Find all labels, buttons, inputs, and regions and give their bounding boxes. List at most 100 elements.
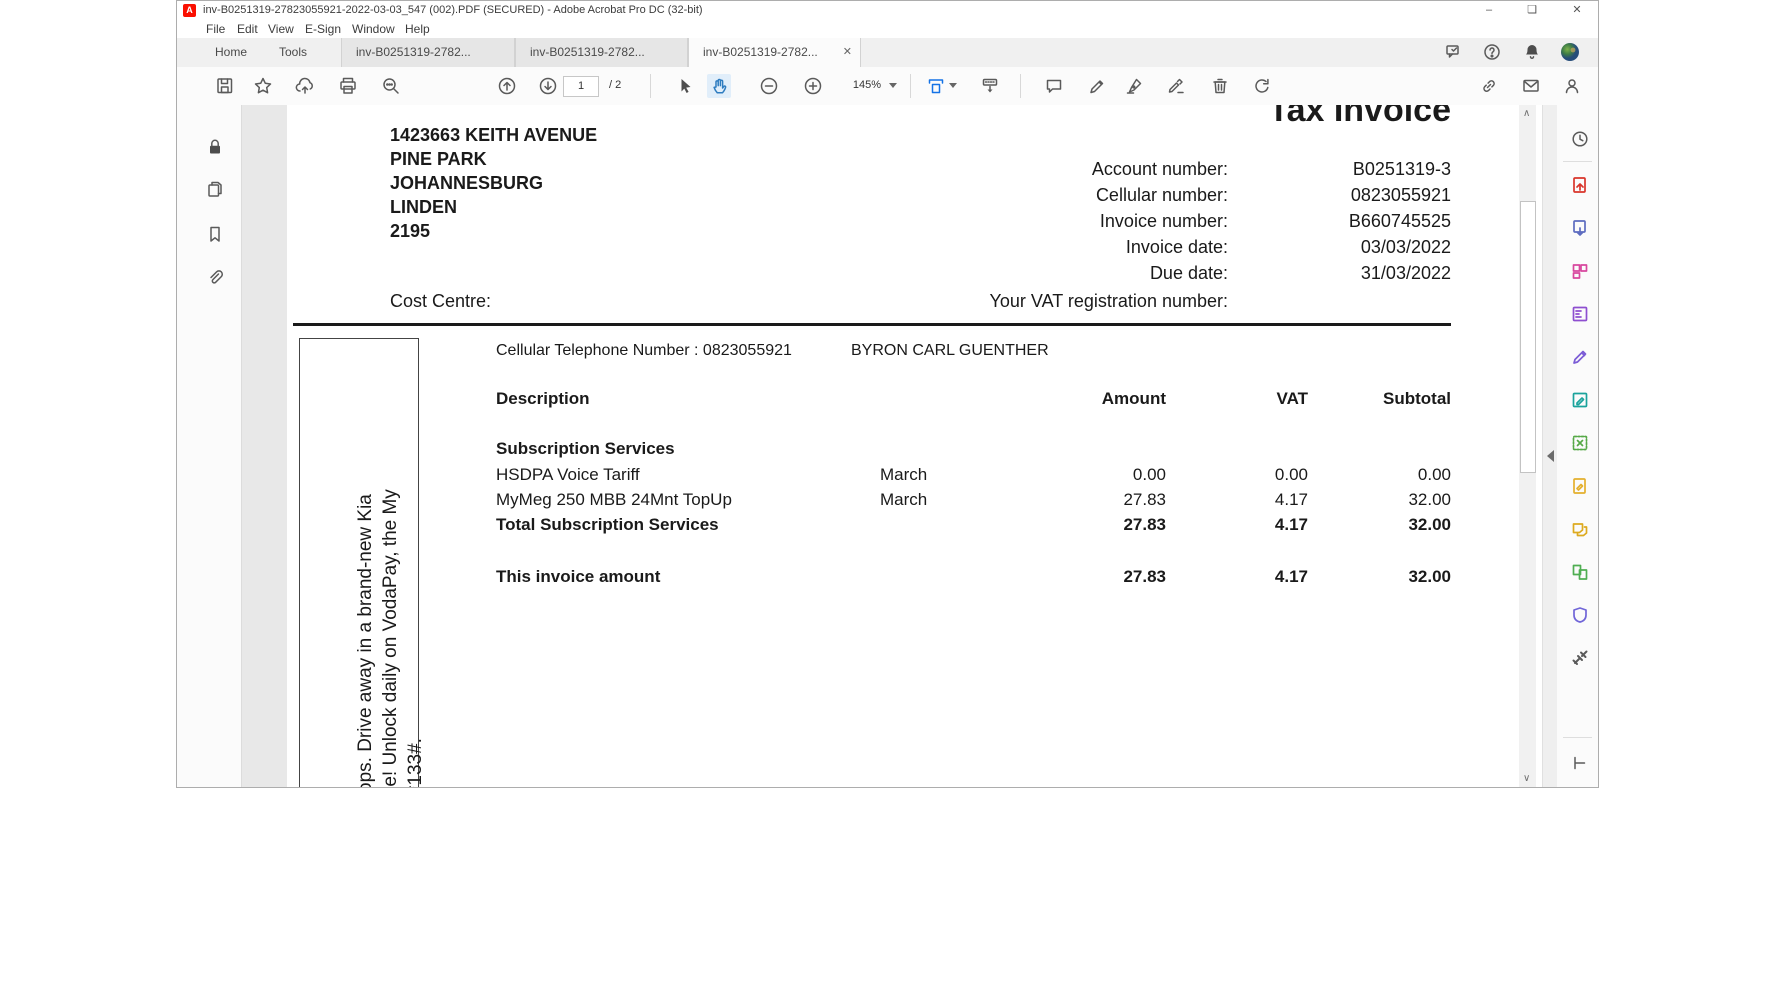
title-bar: A inv-B0251319-27823055921-2022-03-03_54… <box>177 1 1598 21</box>
paperclip-icon[interactable] <box>205 267 229 291</box>
cell-period: March <box>880 490 927 510</box>
page-thumbnails-icon[interactable] <box>205 179 229 203</box>
stamp-icon[interactable] <box>1570 519 1590 539</box>
more-tools-wrench-icon[interactable] <box>1570 648 1590 668</box>
menu-window[interactable]: Window <box>352 22 395 36</box>
highlight-icon[interactable] <box>1085 74 1109 98</box>
page-total-label: / 2 <box>609 79 621 91</box>
menu-help[interactable]: Help <box>405 22 430 36</box>
table-row: MyMeg 250 MBB 24Mnt TopUpMarch27.834.173… <box>496 490 1451 512</box>
combine-files-icon[interactable] <box>1570 562 1590 582</box>
export-pdf-icon[interactable] <box>1570 175 1590 195</box>
email-icon[interactable] <box>1519 74 1543 98</box>
right-panel-divider <box>1563 737 1592 738</box>
left-navigation-panel <box>177 105 242 787</box>
cell-amount: 27.83 <box>1123 515 1166 535</box>
menu-view[interactable]: View <box>268 22 294 36</box>
document-tab[interactable]: inv-B0251319-2782...✕ <box>688 38 861 67</box>
trash-icon[interactable] <box>1208 74 1232 98</box>
menu-file[interactable]: File <box>206 22 225 36</box>
scroll-down-icon[interactable]: ∨ <box>1523 773 1530 784</box>
vat-registration-label: Your VAT registration number: <box>990 291 1228 312</box>
keyboard-collapse-icon[interactable] <box>978 74 1002 98</box>
screenshot-canvas: A inv-B0251319-27823055921-2022-03-03_54… <box>0 0 1778 1000</box>
zoom-dropdown-caret[interactable] <box>889 83 897 88</box>
print-icon[interactable] <box>336 74 360 98</box>
history-clock-icon[interactable] <box>1570 129 1590 149</box>
collapse-right-panel-icon[interactable] <box>1547 450 1554 462</box>
feedback-icon[interactable] <box>1444 42 1468 64</box>
link-icon[interactable] <box>1477 74 1501 98</box>
table-section-row: Subscription Services <box>496 439 1451 461</box>
right-panel-divider <box>1563 161 1592 162</box>
menu-e-sign[interactable]: E-Sign <box>305 22 341 36</box>
bookmark-icon[interactable] <box>205 224 229 248</box>
scroll-up-icon[interactable]: ∧ <box>1523 108 1530 119</box>
refresh-icon[interactable] <box>1250 74 1274 98</box>
minimize-button[interactable]: – <box>1474 1 1504 21</box>
cell-amount: 27.83 <box>1123 567 1166 587</box>
fill-sign-icon[interactable] <box>1164 74 1188 98</box>
info-value: 03/03/2022 <box>1361 237 1451 258</box>
tab-close-icon[interactable]: ✕ <box>843 45 852 58</box>
invoice-info-row: Invoice date:03/03/2022 <box>287 237 1451 261</box>
cell-vat: 0.00 <box>1275 465 1308 485</box>
tab-home[interactable]: Home <box>215 45 247 59</box>
cell-amount: 0.00 <box>1133 465 1166 485</box>
sign-pen-icon[interactable] <box>1122 74 1146 98</box>
cell-description: HSDPA Voice Tariff <box>496 465 640 485</box>
advert-rotated-text: ops. Drive away in a brand-new Kiare! Un… <box>353 489 428 787</box>
fit-width-icon[interactable] <box>924 74 948 98</box>
star-icon[interactable] <box>251 74 275 98</box>
cell-subtotal: 0.00 <box>1418 465 1451 485</box>
page-number-input[interactable]: 1 <box>563 76 599 97</box>
document-tab-label: inv-B0251319-2782... <box>530 45 645 59</box>
comment-icon[interactable] <box>1042 74 1066 98</box>
invoice-info-row: Due date:31/03/2022 <box>287 263 1451 287</box>
previous-page-icon[interactable] <box>495 74 519 98</box>
protect-shield-icon[interactable] <box>1570 605 1590 625</box>
zoom-out-icon[interactable] <box>757 74 781 98</box>
info-label: Cellular number: <box>1096 185 1228 206</box>
comment-pencil-icon[interactable] <box>1570 347 1590 367</box>
next-page-icon[interactable] <box>536 74 560 98</box>
address-line: 1423663 KEITH AVENUE <box>390 125 597 146</box>
info-value: 0823055921 <box>1351 185 1451 206</box>
close-button[interactable]: ✕ <box>1562 1 1592 21</box>
cost-centre-label: Cost Centre: <box>390 291 491 312</box>
search-icon[interactable] <box>379 74 403 98</box>
prepare-form-icon[interactable] <box>1570 304 1590 324</box>
export-excel-icon[interactable] <box>1570 433 1590 453</box>
fill-sign-yellow-icon[interactable] <box>1570 476 1590 496</box>
measure-icon[interactable] <box>1570 753 1590 773</box>
scrollbar-thumb[interactable] <box>1520 201 1536 473</box>
document-tab[interactable]: inv-B0251319-2782... <box>341 38 515 67</box>
advert-text-line: re! Unlock daily on VodaPay, the My <box>378 489 403 787</box>
maximize-button[interactable]: ❏ <box>1517 1 1547 21</box>
avatar[interactable] <box>1560 42 1584 64</box>
person-icon[interactable] <box>1560 74 1584 98</box>
document-tab[interactable]: inv-B0251319-2782... <box>515 38 688 67</box>
vertical-scrollbar[interactable]: ∧ ∨ <box>1519 105 1536 787</box>
zoom-in-icon[interactable] <box>801 74 825 98</box>
organize-pages-icon[interactable] <box>1570 261 1590 281</box>
create-pdf-icon[interactable] <box>1570 218 1590 238</box>
help-icon[interactable] <box>1482 42 1506 64</box>
hand-tool-icon[interactable] <box>707 74 731 98</box>
select-cursor-icon[interactable] <box>673 74 697 98</box>
bell-icon[interactable] <box>1522 42 1546 64</box>
page-view-dropdown-caret[interactable] <box>949 83 957 88</box>
lock-icon[interactable] <box>205 137 229 161</box>
share-upload-icon[interactable] <box>293 74 317 98</box>
edit-pdf-icon[interactable] <box>1570 390 1590 410</box>
content-area: 1423663 KEITH AVENUEPINE PARKJOHANNESBUR… <box>177 105 1598 787</box>
cell-amount: 27.83 <box>1123 490 1166 510</box>
tab-tools[interactable]: Tools <box>279 45 307 59</box>
menu-edit[interactable]: Edit <box>237 22 258 36</box>
cell-amount: Amount <box>1102 389 1166 409</box>
cell-vat: 4.17 <box>1275 567 1308 587</box>
info-label: Due date: <box>1150 263 1228 284</box>
cellular-number-line: Cellular Telephone Number : 0823055921 <box>496 342 792 360</box>
save-icon[interactable] <box>213 74 237 98</box>
invoice-info-row: Invoice number:B660745525 <box>287 211 1451 235</box>
